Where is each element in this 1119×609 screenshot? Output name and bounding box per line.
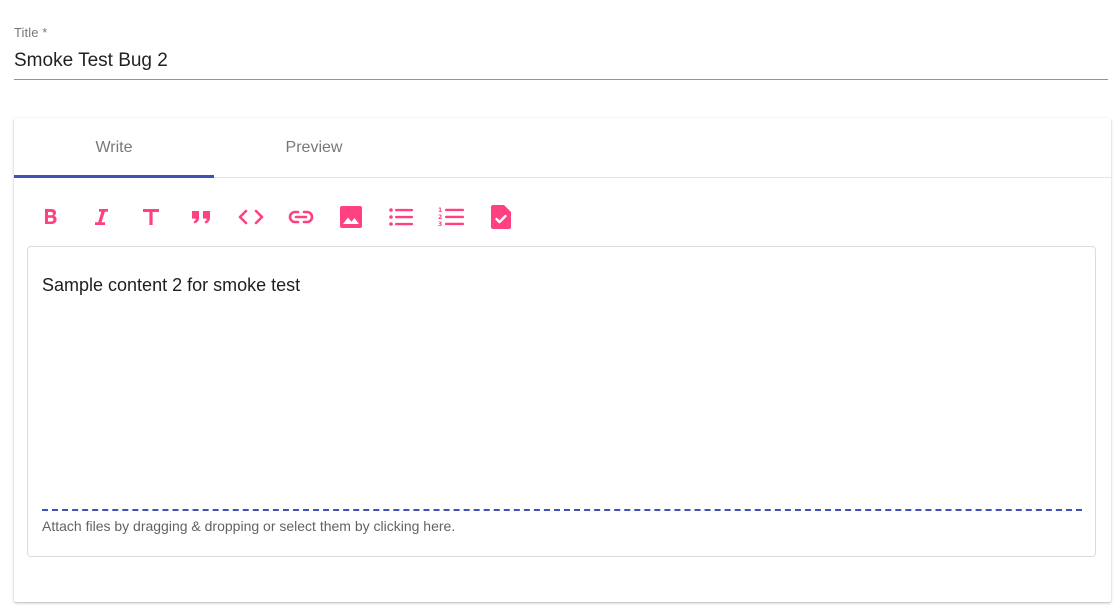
attach-files-link[interactable]: Attach files by dragging & dropping or s… xyxy=(42,518,455,534)
svg-text:3: 3 xyxy=(438,221,442,227)
bold-icon[interactable] xyxy=(38,204,64,230)
markdown-editor-card: Write Preview 123 Sample content 2 for s… xyxy=(14,118,1111,602)
unordered-list-icon[interactable] xyxy=(388,204,414,230)
tab-write[interactable]: Write xyxy=(14,118,214,178)
title-input[interactable] xyxy=(14,48,1108,74)
editor-tabs: Write Preview xyxy=(14,118,1111,178)
ordered-list-icon[interactable]: 123 xyxy=(438,204,464,230)
header-icon[interactable] xyxy=(138,204,164,230)
drop-zone-divider xyxy=(42,509,1082,511)
editor-content[interactable]: Sample content 2 for smoke test xyxy=(42,275,1082,296)
formatting-toolbar: 123 xyxy=(38,204,538,230)
quote-icon[interactable] xyxy=(188,204,214,230)
svg-text:2: 2 xyxy=(438,214,442,221)
markdown-textarea[interactable]: Sample content 2 for smoke test Attach f… xyxy=(27,246,1096,557)
title-underline xyxy=(14,79,1108,80)
image-icon[interactable] xyxy=(338,204,364,230)
title-field[interactable]: Title * xyxy=(14,22,1108,80)
link-icon[interactable] xyxy=(288,204,314,230)
svg-text:1: 1 xyxy=(438,207,442,214)
active-tab-indicator xyxy=(14,175,214,178)
tab-preview[interactable]: Preview xyxy=(214,118,414,178)
title-label: Title * xyxy=(14,25,48,40)
checked-list-icon[interactable] xyxy=(488,204,514,230)
code-icon[interactable] xyxy=(238,204,264,230)
italic-icon[interactable] xyxy=(88,204,114,230)
